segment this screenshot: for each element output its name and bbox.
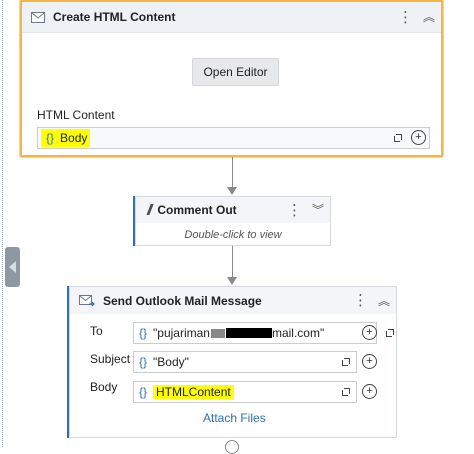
to-value-prefix: "pujariman <box>153 326 210 340</box>
activity-header: Create HTML Content ⋮ ︽ <box>22 2 441 33</box>
collapse-icon[interactable]: ︽ <box>378 295 390 307</box>
more-options-icon[interactable]: ⋮ <box>287 203 302 218</box>
designer-left-guide <box>2 0 3 447</box>
expression-braces-icon: {} <box>139 385 148 399</box>
panel-collapse-handle[interactable] <box>5 247 20 287</box>
body-label: Body <box>90 380 118 394</box>
to-field[interactable]: {} "pujariman mail.com" <box>133 322 394 344</box>
subject-label: Subject <box>90 352 131 366</box>
activity-header: // Comment Out ⋮ ︾ <box>136 197 330 223</box>
subject-field[interactable]: {} "Body" <box>133 351 357 373</box>
redaction-bar <box>225 328 272 338</box>
activity-header: Send Outlook Mail Message ⋮ ︽ <box>70 287 396 314</box>
open-editor-button[interactable]: Open Editor <box>192 58 279 86</box>
activity-title: Send Outlook Mail Message <box>103 293 262 308</box>
body-field[interactable]: {} HTMLContent <box>133 381 357 403</box>
expand-icon[interactable]: ︾ <box>312 204 324 216</box>
add-icon[interactable]: + <box>362 384 377 399</box>
expression-braces-icon: {} <box>46 131 55 145</box>
send-mail-icon <box>79 294 95 306</box>
html-content-label: HTML Content <box>37 108 115 122</box>
attach-files-link[interactable]: Attach Files <box>203 411 266 425</box>
more-options-icon[interactable]: ⋮ <box>353 293 368 308</box>
expand-editor-icon[interactable] <box>386 329 394 337</box>
subject-value: "Body" <box>153 355 189 369</box>
send-outlook-mail-activity[interactable]: Send Outlook Mail Message ⋮ ︽ To {} "puj… <box>69 286 397 438</box>
add-icon[interactable]: + <box>362 354 377 369</box>
to-label: To <box>90 324 103 338</box>
html-content-value: Body <box>60 131 88 145</box>
expression-braces-icon: {} <box>139 355 148 369</box>
add-activity-icon[interactable] <box>225 440 239 454</box>
add-icon[interactable]: + <box>362 325 377 340</box>
comment-slashes-icon: // <box>147 201 153 219</box>
expand-editor-icon[interactable] <box>394 134 402 142</box>
more-options-icon[interactable]: ⋮ <box>398 10 413 25</box>
expression-braces-icon: {} <box>139 326 148 340</box>
connector-line <box>232 157 233 188</box>
envelope-icon <box>31 11 45 23</box>
activity-title: Comment Out <box>157 203 237 217</box>
expand-editor-icon[interactable] <box>342 358 350 366</box>
highlighted-value: {} Body <box>41 129 91 147</box>
connector-arrow-icon <box>227 277 237 285</box>
double-click-hint: Double-click to view <box>184 229 282 241</box>
body-value: HTMLContent <box>153 385 234 399</box>
chevron-left-icon <box>9 261 16 273</box>
activity-title: Create HTML Content <box>53 10 176 24</box>
expand-editor-icon[interactable] <box>342 388 350 396</box>
comment-out-activity[interactable]: // Comment Out ⋮ ︾ Double-click to view <box>135 196 331 246</box>
connector-arrow-icon <box>227 187 237 195</box>
create-html-content-activity[interactable]: Create HTML Content ⋮ ︽ Open Editor HTML… <box>20 0 443 157</box>
add-icon[interactable]: + <box>411 130 426 145</box>
collapse-icon[interactable]: ︽ <box>423 11 435 23</box>
html-content-field[interactable]: {} Body + <box>37 127 430 149</box>
connector-line <box>232 246 233 278</box>
redaction-smudge <box>210 328 225 338</box>
to-value-suffix: mail.com" <box>271 326 325 340</box>
